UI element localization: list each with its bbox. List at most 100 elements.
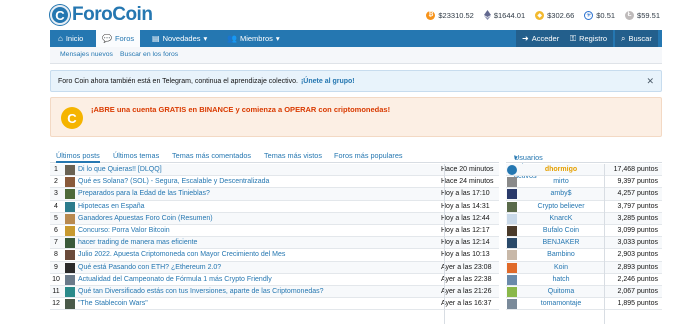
username-link[interactable]: mirto (518, 178, 604, 185)
tab-most-commented[interactable]: Temas más comentados (172, 151, 251, 160)
active-users-header[interactable]: Usuarios más activos ▾ (506, 149, 662, 180)
new-posts-link[interactable]: Mensajes nuevos (60, 51, 113, 58)
avatar[interactable] (507, 213, 517, 224)
table-row[interactable]: 12 "The Stablecoin Wars" Ayer a las 16:37 (50, 298, 499, 311)
avatar[interactable] (507, 286, 517, 297)
table-row[interactable]: 5 Ganadores Apuestas Foro Coin (Resumen) H… (50, 212, 499, 225)
search-forums-link[interactable]: Buscar en los foros (120, 51, 178, 58)
row-number: 6 (54, 226, 58, 234)
username-link[interactable]: hatch (518, 276, 604, 283)
last-post-time: Hoy a las 12:14 (441, 239, 490, 247)
list-item[interactable]: Bufalo Coin 3,099 puntos (506, 225, 662, 238)
price-ada: ✳ $0.51 (584, 10, 616, 20)
username-link[interactable]: BENJAKER (518, 239, 604, 246)
avatar[interactable] (507, 189, 517, 200)
logo-mark: C (50, 5, 70, 25)
row-number: 11 (52, 287, 60, 295)
username-link[interactable]: KnarcK (518, 215, 604, 222)
username-link[interactable]: Quitoma (518, 288, 604, 295)
telegram-join-link[interactable]: ¡Únete al grupo! (301, 78, 355, 85)
nav-inicio[interactable]: ⌂ Inicio (52, 30, 89, 47)
thread-title-link[interactable]: Ganadores Apuestas Foro Coin (Resumen) (78, 215, 213, 222)
thread-title-link[interactable]: Qué está Pasando con ETH? ¿Ethereum 2.0? (78, 264, 221, 271)
thread-title-link[interactable]: Di lo que Quieras!! [DLQQ] (78, 166, 162, 173)
table-row[interactable]: 11 Qué tan Diversificado estás con tus In… (50, 285, 499, 299)
thread-title-link[interactable]: hacer trading de manera mas eficiente (78, 239, 197, 246)
username-link[interactable]: Bufalo Coin (518, 227, 604, 234)
sub-navigation: Mensajes nuevos Buscar en los foros (50, 47, 662, 64)
nav-miembros[interactable]: 👥 Miembros ▾ (221, 30, 286, 47)
tab-most-viewed[interactable]: Temas más vistos (264, 151, 322, 160)
avatar[interactable] (507, 299, 517, 310)
thread-title-link[interactable]: Qué es Solana? (SOL) - Segura, Escalable… (78, 178, 269, 185)
row-number: 9 (54, 263, 58, 271)
user-points: 4,257 puntos (617, 190, 658, 198)
table-row[interactable]: 1 Di lo que Quieras!! [DLQQ] Hace 20 minut… (50, 164, 499, 177)
username-link[interactable]: tomamontaje (518, 300, 604, 307)
list-item[interactable]: BENJAKER 3,033 puntos (506, 237, 662, 250)
site-logo[interactable]: C ForoCoin (50, 4, 153, 26)
list-item[interactable]: hatch 2,246 puntos (506, 274, 662, 286)
nav-novedades[interactable]: ▤ Novedades ▾ (146, 30, 213, 47)
list-item[interactable]: mirto 9,397 puntos (506, 176, 662, 189)
avatar[interactable] (507, 262, 517, 273)
key-icon: ⚿ (570, 33, 577, 43)
avatar[interactable] (507, 274, 517, 285)
chevron-down-icon: ▾ (514, 153, 518, 162)
list-item[interactable]: tomamontaje 1,895 puntos (506, 298, 662, 311)
username-link[interactable]: Crypto believer (518, 203, 604, 210)
avatar[interactable] (507, 238, 517, 249)
thread-title-link[interactable]: "The Stablecoin Wars" (78, 300, 148, 307)
nav-foros[interactable]: 💬 Foros (96, 30, 141, 47)
tab-latest-posts[interactable]: Últimos posts (56, 151, 100, 163)
avatar[interactable] (507, 201, 517, 212)
register-button[interactable]: ⚿ Registro (564, 30, 614, 47)
login-button[interactable]: ➜ Acceder (516, 30, 566, 47)
table-row[interactable]: 7 hacer trading de manera mas eficiente Ho… (50, 237, 499, 250)
table-row[interactable]: 9 Qué está Pasando con ETH? ¿Ethereum 2.0… (50, 261, 499, 274)
table-row[interactable]: 10 Actualidad del Campeonato de Fórmula 1… (50, 273, 499, 286)
thread-title-link[interactable]: Hipotecas en España (78, 203, 145, 210)
binance-promo[interactable]: C ¡ABRE una cuenta GRATIS en BINANCE y c… (50, 97, 662, 137)
avatar[interactable] (507, 165, 517, 175)
thread-title-link[interactable]: Julio 2022. Apuesta Criptomoneda con May… (78, 251, 285, 258)
username-link[interactable]: Bambino (518, 251, 604, 258)
table-row[interactable]: 4 Hipotecas en España Hoy a las 14:31 (50, 200, 499, 213)
row-number: 8 (54, 251, 58, 259)
avatar[interactable] (507, 250, 517, 261)
table-row[interactable]: 2 Qué es Solana? (SOL) - Segura, Escalabl… (50, 176, 499, 189)
row-number: 4 (54, 202, 58, 210)
close-icon[interactable]: ✕ (646, 76, 654, 87)
list-item[interactable]: Bambino 2,903 puntos (506, 249, 662, 262)
logo-text: ForoCoin (72, 4, 153, 25)
table-row[interactable]: 3 Preparados para la Edad de las Tiniebla… (50, 188, 499, 201)
list-item[interactable]: amby$ 4,257 puntos (506, 188, 662, 201)
thread-title-link[interactable]: Actualidad del Campeonato de Fórmula 1 m… (78, 276, 272, 283)
table-row[interactable]: 8 Julio 2022. Apuesta Criptomoneda con Ma… (50, 249, 499, 262)
avatar[interactable] (507, 177, 517, 188)
username-link[interactable]: amby$ (518, 190, 604, 197)
list-item[interactable]: Koin 2,893 puntos (506, 261, 662, 274)
user-points: 3,285 puntos (617, 214, 658, 222)
search-button[interactable]: ⌕ Buscar (615, 30, 658, 47)
tab-latest-topics[interactable]: Últimos temas (113, 151, 159, 160)
row-number: 10 (52, 275, 60, 283)
table-row[interactable]: 6 Concurso: Porra Valor Bitcoin Hoy a las … (50, 224, 499, 238)
list-item[interactable]: Crypto believer 3,797 puntos (506, 201, 662, 213)
thread-thumbnail (65, 165, 75, 175)
username-link[interactable]: dhormigo (518, 166, 604, 173)
thread-title-link[interactable]: Concurso: Porra Valor Bitcoin (78, 227, 170, 234)
thread-thumbnail (65, 225, 75, 236)
tab-popular-forums[interactable]: Foros más populares (334, 151, 403, 160)
ada-icon: ✳ (584, 10, 594, 20)
thread-title-link[interactable]: Preparados para la Edad de las Tinieblas… (78, 190, 210, 197)
user-points: 2,903 puntos (617, 251, 658, 259)
list-item[interactable]: Quitoma 2,067 puntos (506, 285, 662, 299)
username-link[interactable]: Koin (518, 264, 604, 271)
list-item[interactable]: dhormigo 17,468 puntos (506, 164, 662, 177)
last-post-time: Hoy a las 12:17 (441, 226, 490, 234)
list-item[interactable]: KnarcK 3,285 puntos (506, 212, 662, 225)
user-points: 2,893 puntos (617, 263, 658, 271)
thread-title-link[interactable]: Qué tan Diversificado estás con tus Inve… (78, 288, 324, 295)
avatar[interactable] (507, 225, 517, 236)
